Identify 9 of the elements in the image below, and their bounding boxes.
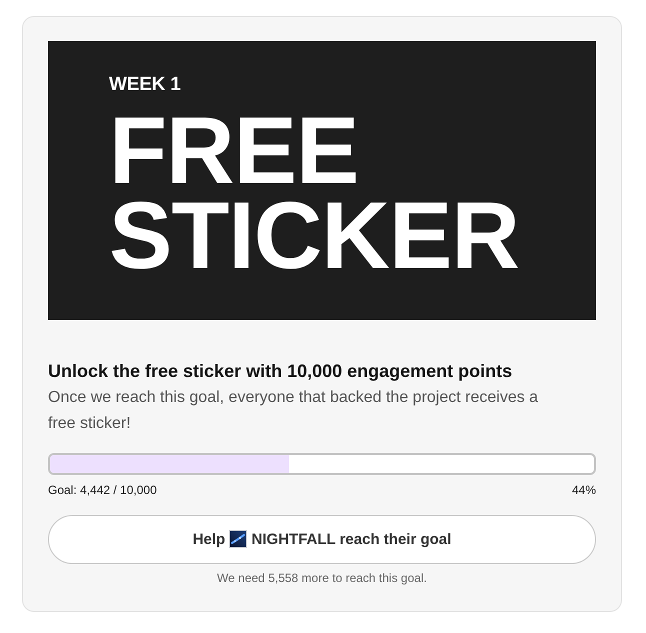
goal-percent: 44%	[572, 482, 596, 498]
goal-footnote: We need 5,558 more to reach this goal.	[216, 570, 428, 586]
banner-eyebrow: WEEK 1	[109, 73, 182, 97]
goal-title: Unlock the free sticker with 10,000 engagement points	[48, 360, 512, 383]
goal-count: Goal: 4,442 / 10,000	[48, 482, 157, 498]
goal-description: Once we reach this goal, everyone that backed the project receives a free sticker!	[48, 388, 540, 434]
help-button[interactable]: Help NIGHTFALL reach their goal	[48, 515, 596, 564]
banner-headline: FREE STICKER	[109, 109, 520, 279]
project-thumbnail-icon	[229, 530, 248, 548]
